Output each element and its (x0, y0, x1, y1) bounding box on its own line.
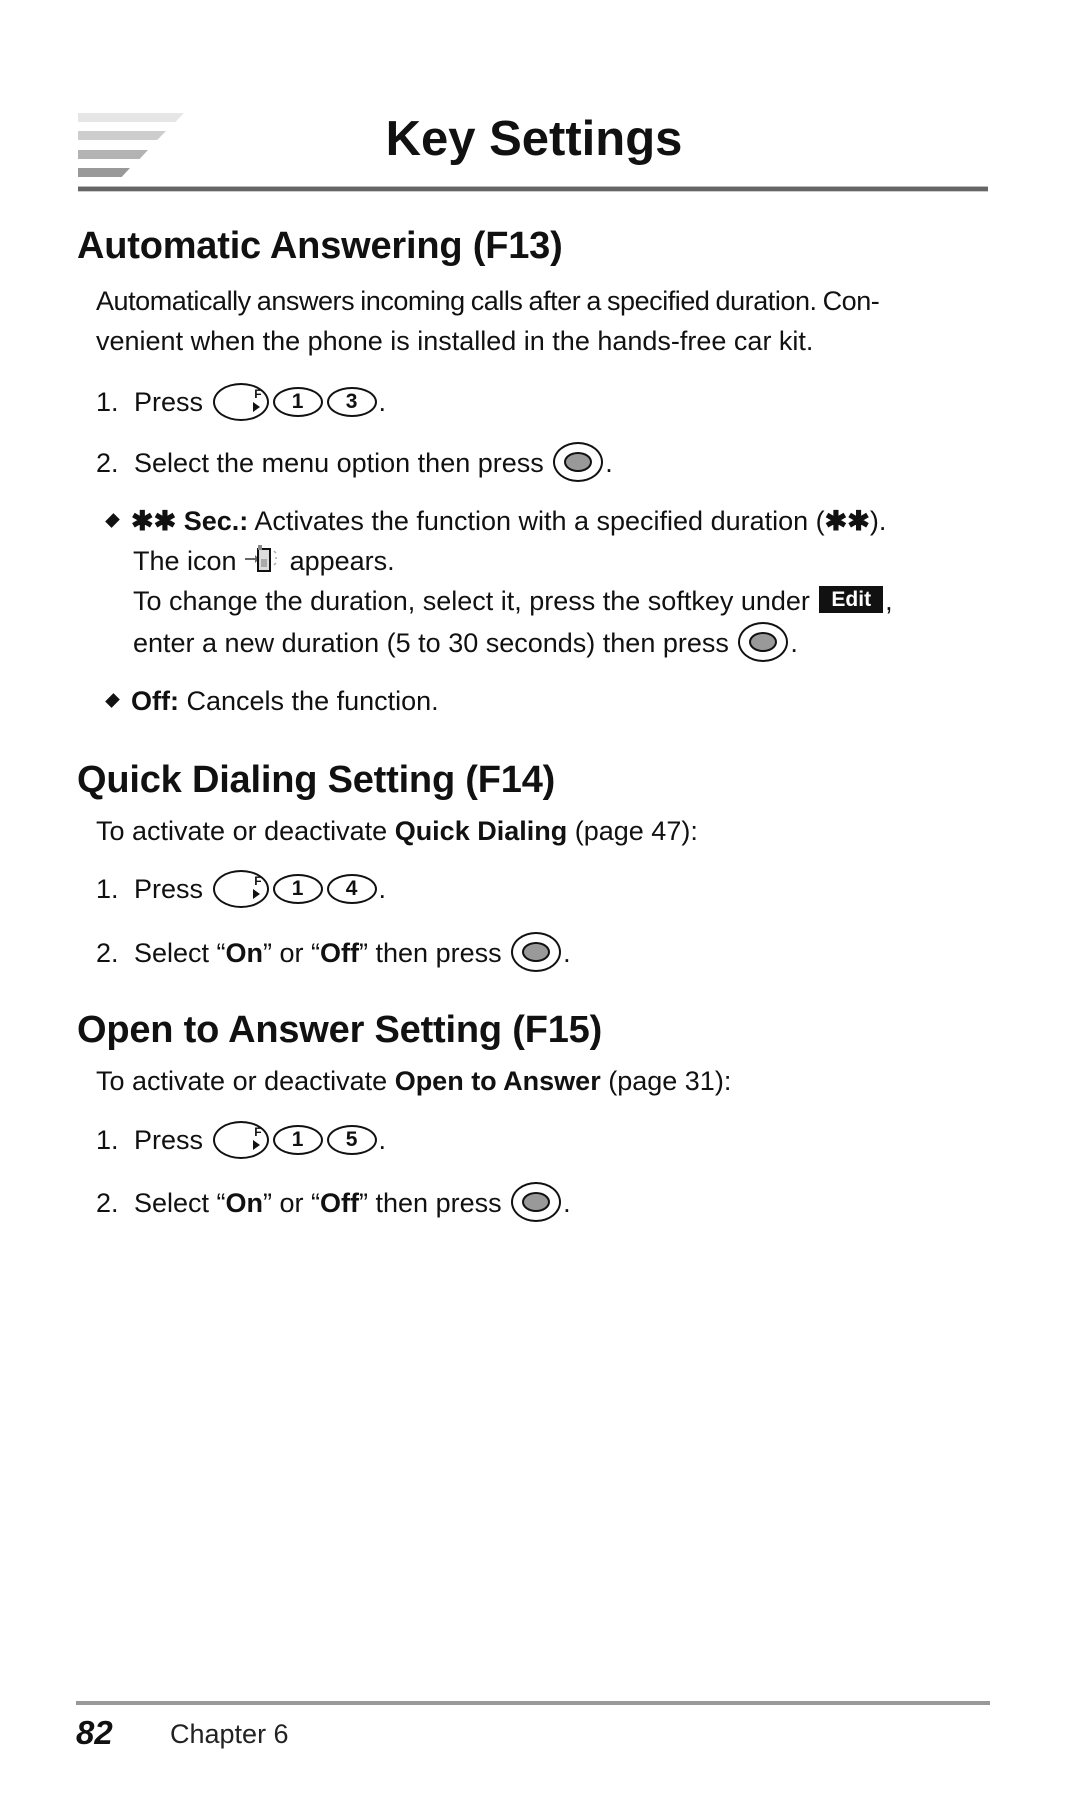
option-on: On (225, 1188, 264, 1219)
option-off: Off: Cancels the function. (105, 685, 439, 717)
option-text: Cancels the function. (186, 686, 439, 716)
section-heading-automatic-answering: Automatic Answering (F13) (77, 225, 563, 267)
punctuation: . (563, 1188, 571, 1219)
intro-text: To activate or deactivate Quick Dialing … (96, 815, 698, 847)
function-key-label: F (254, 1125, 262, 1139)
function-key-arrow (252, 889, 260, 899)
option-text: Activates the function with a specified … (254, 506, 825, 536)
page-reference: (page 47): (574, 816, 698, 846)
function-key-icon: F (212, 870, 269, 908)
ok-key-icon (738, 622, 789, 662)
page-reference: (page 31): (608, 1066, 732, 1096)
step-number: 2. (96, 938, 119, 969)
intro-pre: To activate or deactivate (96, 1066, 388, 1096)
step-2: 2. Select “On” or “Off” then press . (96, 932, 571, 975)
option-sec-line2: The icon appears. (133, 544, 395, 578)
ok-key-center (749, 632, 778, 652)
option-sec: ✱✱ Sec.: Activates the function with a s… (105, 505, 887, 537)
ok-key-center (522, 942, 551, 962)
header-rule (78, 186, 988, 192)
number-key-icon: 1 (272, 1125, 323, 1155)
option-name: Sec.: (183, 506, 249, 536)
step-label: Select the menu option then press (134, 448, 544, 479)
punctuation: . (605, 448, 613, 479)
function-key-arrow (252, 1140, 260, 1150)
step-number: 2. (96, 448, 119, 479)
punctuation: . (378, 1125, 387, 1156)
option-off: Off (320, 938, 360, 969)
punctuation: ). (869, 506, 887, 536)
ok-key-icon (511, 932, 562, 972)
step-label: Press (134, 874, 204, 905)
step-number: 1. (96, 387, 119, 418)
function-key-arrow (252, 402, 260, 412)
header-stripe (78, 168, 130, 177)
punctuation: , (885, 586, 893, 616)
option-text: To change the duration, select it, press… (133, 586, 810, 616)
option-name: Off: (131, 686, 179, 716)
bullet-diamond-icon (105, 513, 120, 528)
intro-text: venient when the phone is installed in t… (96, 326, 814, 356)
feature-name: Open to Answer (394, 1066, 601, 1096)
auto-answer-indicator-icon (244, 544, 282, 575)
intro-pre: To activate or deactivate (96, 816, 388, 846)
punctuation: . (790, 628, 798, 659)
page-number: 82 (76, 1714, 113, 1751)
step-text: ” then press (359, 1188, 502, 1219)
intro-text: Automatically answers incoming calls aft… (96, 286, 880, 316)
step-text: ” or “ (263, 938, 321, 969)
duration-placeholder: ✱✱ (824, 506, 870, 536)
option-text: enter a new duration (5 to 30 seconds) t… (133, 628, 729, 659)
step-1: 1. Press F13. (96, 383, 387, 423)
page-title: Key Settings (0, 111, 1080, 167)
section-heading-open-to-answer: Open to Answer Setting (F15) (77, 1009, 603, 1051)
step-1: 1. Press F14. (96, 870, 387, 910)
function-key-icon: F (212, 1121, 269, 1159)
page-title-text: Key Settings (385, 112, 683, 166)
option-on: On (225, 938, 264, 969)
function-key-icon: F (212, 383, 269, 421)
feature-name: Quick Dialing (394, 816, 568, 846)
option-sec-line4: enter a new duration (5 to 30 seconds) t… (133, 622, 798, 665)
step-text: Select “ (134, 1188, 226, 1219)
option-off: Off (320, 1188, 360, 1219)
ok-key-icon (511, 1182, 562, 1222)
edit-softkey-label: Edit (819, 586, 884, 613)
duration-placeholder: ✱✱ (131, 506, 177, 536)
step-number: 1. (96, 874, 119, 905)
step-number: 2. (96, 1188, 119, 1219)
number-key-icon: 3 (326, 387, 377, 417)
chapter-label: Chapter 6 (170, 1719, 289, 1749)
function-key-label: F (254, 874, 262, 888)
intro-text: To activate or deactivate Open to Answer… (96, 1065, 731, 1097)
number-key-icon: 4 (326, 874, 377, 904)
step-label: Press (134, 387, 204, 418)
ok-key-icon (553, 442, 604, 482)
step-2: 2. Select the menu option then press . (96, 442, 613, 485)
number-key-icon: 1 (272, 874, 323, 904)
step-2: 2. Select “On” or “Off” then press . (96, 1182, 571, 1225)
step-number: 1. (96, 1125, 119, 1156)
ok-key-center (522, 1192, 551, 1212)
option-text: The icon (133, 546, 237, 576)
step-text: ” or “ (263, 1188, 321, 1219)
step-1: 1. Press F15. (96, 1121, 387, 1161)
number-key-icon: 5 (326, 1125, 377, 1155)
step-text: Select “ (134, 938, 226, 969)
option-text: appears. (289, 546, 395, 576)
section-heading-quick-dialing: Quick Dialing Setting (F14) (77, 759, 556, 801)
punctuation: . (378, 874, 387, 905)
bullet-diamond-icon (105, 693, 120, 708)
function-key-label: F (254, 387, 262, 401)
step-text: ” then press (359, 938, 502, 969)
step-label: Press (134, 1125, 204, 1156)
footer-rule (76, 1701, 990, 1705)
option-sec-line3: To change the duration, select it, press… (133, 585, 893, 617)
punctuation: . (563, 938, 571, 969)
punctuation: . (378, 387, 387, 418)
number-key-icon: 1 (272, 387, 323, 417)
ok-key-center (564, 452, 593, 472)
